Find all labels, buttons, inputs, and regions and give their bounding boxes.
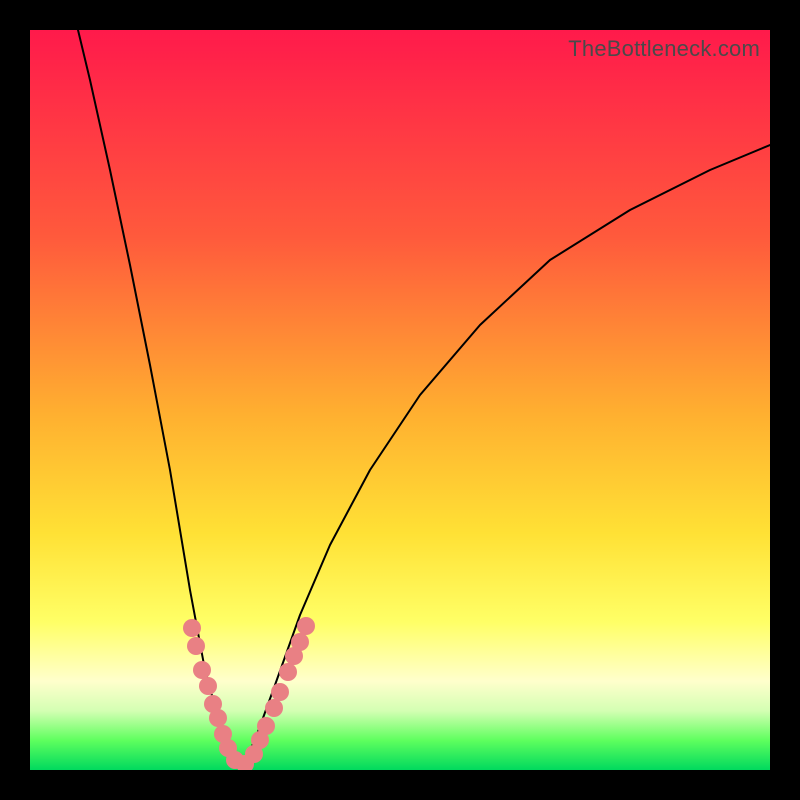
data-marker bbox=[199, 677, 217, 695]
data-marker bbox=[183, 619, 201, 637]
plot-area: TheBottleneck.com bbox=[30, 30, 770, 770]
chart-svg bbox=[30, 30, 770, 770]
data-marker bbox=[297, 617, 315, 635]
data-marker bbox=[187, 637, 205, 655]
data-marker bbox=[265, 699, 283, 717]
curve-right-branch bbox=[240, 145, 770, 770]
chart-frame: TheBottleneck.com bbox=[0, 0, 800, 800]
data-marker bbox=[279, 663, 297, 681]
data-marker bbox=[271, 683, 289, 701]
data-marker bbox=[193, 661, 211, 679]
curve-left-branch bbox=[78, 30, 240, 770]
data-marker bbox=[209, 709, 227, 727]
data-marker bbox=[257, 717, 275, 735]
data-marker bbox=[291, 633, 309, 651]
